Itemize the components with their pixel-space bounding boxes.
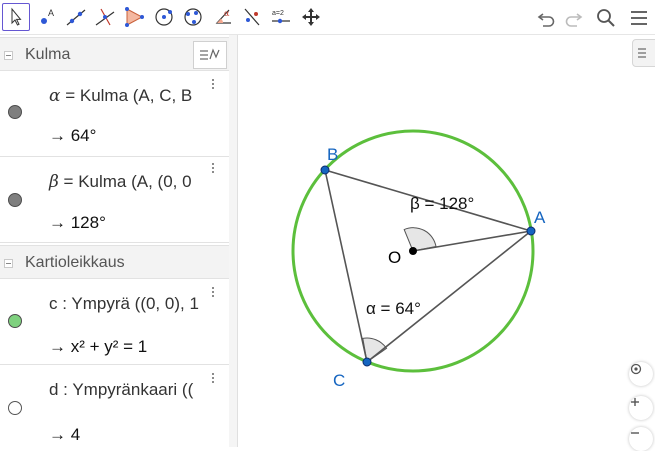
circle-tool[interactable]	[150, 3, 178, 31]
point-o[interactable]	[409, 247, 417, 255]
svg-text:A: A	[48, 8, 54, 18]
cursor-icon	[11, 7, 22, 26]
item-value: → x² + y² = 1	[49, 337, 148, 356]
item-definition[interactable]: β = Kulma (A, (0, 0	[49, 172, 192, 192]
polygon-tool[interactable]	[120, 3, 148, 31]
algebra-item-d[interactable]: d : Ympyränkaari (( → 4	[0, 365, 229, 447]
item-symbol: β	[49, 172, 59, 192]
move-graphics-view-tool[interactable]	[297, 3, 325, 31]
item-definition-text: = Kulma (A, (0, 0	[58, 172, 192, 191]
line-tool[interactable]	[62, 3, 90, 31]
algebra-item-c[interactable]: c : Ympyrä ((0, 0), 1 → x² + y² = 1	[0, 279, 229, 365]
redo-button[interactable]	[560, 4, 588, 32]
reflect-tool[interactable]	[238, 3, 266, 31]
style-bar-toggle[interactable]	[632, 39, 655, 67]
item-symbol: α	[49, 86, 61, 106]
item-menu-icon[interactable]	[212, 373, 216, 385]
point-label-a: A	[534, 208, 546, 227]
circle-three-points-tool[interactable]	[179, 3, 207, 31]
slider-tool[interactable]: a=2	[267, 3, 295, 31]
angle-label-beta: β = 128°	[410, 194, 474, 213]
point-label-o: O	[388, 248, 401, 267]
item-value: → 4	[49, 425, 81, 444]
item-menu-icon[interactable]	[212, 79, 216, 91]
move-arrows-icon	[302, 8, 320, 26]
zoom-in-button[interactable]	[629, 396, 653, 420]
svg-text:a=2: a=2	[272, 10, 284, 17]
group-header-kulma[interactable]: Kulma	[0, 37, 229, 71]
sort-icon	[200, 48, 220, 60]
line-icon	[66, 9, 86, 26]
zoom-in-icon	[631, 398, 639, 406]
point-label-b: B	[327, 145, 338, 164]
algebra-item-beta[interactable]: β = Kulma (A, (0, 0 → 128°	[0, 157, 229, 243]
menu-button[interactable]	[625, 4, 653, 32]
visibility-toggle[interactable]	[8, 105, 22, 119]
point-label-c: C	[333, 371, 345, 390]
item-definition[interactable]: α = Kulma (A, C, B	[49, 86, 192, 106]
reflect-icon	[244, 8, 260, 26]
visibility-toggle[interactable]	[8, 401, 22, 415]
style-bar-icon	[638, 48, 646, 58]
polygon-icon	[125, 7, 144, 27]
move-tool[interactable]	[2, 3, 30, 31]
item-menu-icon[interactable]	[212, 287, 216, 299]
point-c[interactable]	[362, 357, 372, 367]
point-a[interactable]	[526, 226, 536, 236]
undo-button[interactable]	[532, 4, 560, 32]
circle-icon	[155, 8, 173, 26]
item-value: → 64°	[49, 126, 97, 145]
circle-three-points-icon	[184, 8, 202, 26]
item-definition-text: = Kulma (A, C, B	[60, 86, 193, 105]
graphics-view[interactable]: A B C O β = 128° α = 64°	[238, 35, 655, 451]
construction-canvas[interactable]: A B C O β = 128° α = 64°	[238, 35, 655, 447]
item-definition[interactable]: d : Ympyränkaari ((	[49, 380, 193, 400]
segment-bc[interactable]	[324, 169, 368, 363]
group-title: Kulma	[25, 46, 71, 63]
panel-divider[interactable]	[229, 35, 238, 447]
zoom-out-icon	[631, 432, 639, 434]
item-definition[interactable]: c : Ympyrä ((0, 0), 1	[49, 294, 199, 314]
algebra-view: Kulma α = Kulma (A, C, B → 64° β = Kulma…	[0, 35, 230, 447]
group-header-kartioleikkaus[interactable]: Kartioleikkaus	[0, 245, 229, 279]
point-b[interactable]	[320, 165, 330, 175]
svg-text:α: α	[224, 9, 230, 18]
zoom-out-button[interactable]	[629, 427, 653, 451]
perpendicular-line-tool[interactable]	[91, 3, 119, 31]
center-icon	[630, 363, 642, 375]
collapse-icon[interactable]	[4, 259, 13, 268]
undo-icon	[537, 13, 555, 27]
item-menu-icon[interactable]	[212, 163, 216, 175]
item-value: → 128°	[49, 213, 106, 232]
search-icon	[597, 9, 615, 27]
perpendicular-icon	[95, 8, 115, 26]
algebra-item-alpha[interactable]: α = Kulma (A, C, B → 64°	[0, 71, 229, 157]
group-title: Kartioleikkaus	[25, 254, 125, 271]
point-tool[interactable]: A	[33, 3, 61, 31]
angle-tool[interactable]: α	[209, 3, 237, 31]
visibility-toggle[interactable]	[8, 193, 22, 207]
sort-button[interactable]	[193, 41, 227, 69]
angle-icon: α	[215, 9, 231, 24]
search-button[interactable]	[592, 4, 620, 32]
center-view-button[interactable]	[629, 362, 653, 386]
slider-icon: a=2	[272, 10, 290, 24]
angle-label-alpha: α = 64°	[366, 299, 421, 318]
menu-icon	[631, 11, 647, 25]
visibility-toggle[interactable]	[8, 314, 22, 328]
collapse-icon[interactable]	[4, 51, 13, 60]
toolbar: A α a=2	[0, 0, 655, 35]
redo-icon	[565, 13, 583, 27]
point-icon: A	[41, 8, 54, 24]
